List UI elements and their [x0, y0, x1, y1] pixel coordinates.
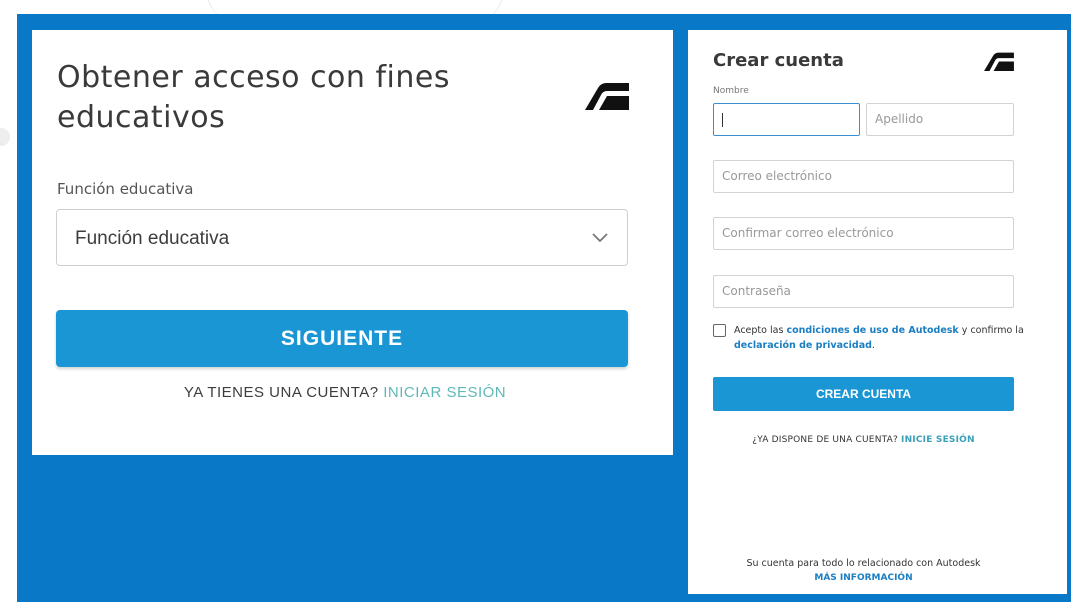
educational-role-select[interactable]: Función educativa: [56, 209, 628, 266]
terms-suffix: .: [871, 340, 875, 351]
more-info-link[interactable]: MÁS INFORMACIÓN: [688, 573, 1039, 583]
have-account-text: YA TIENES UNA CUENTA?: [183, 384, 379, 401]
education-page-title: Obtener acceso con fines educativos: [57, 60, 450, 135]
confirm-email-field[interactable]: Confirmar correo electrónico: [713, 217, 1014, 250]
privacy-statement-link[interactable]: declaración de privacidad: [734, 340, 872, 351]
terms-of-use-link[interactable]: condiciones de uso de Autodesk: [786, 325, 958, 336]
terms-text: Acepto las condiciones de uso de Autodes…: [734, 323, 1024, 353]
autodesk-logo-icon: [585, 83, 629, 110]
password-placeholder: Contraseña: [722, 284, 791, 298]
autodesk-logo-icon: [984, 52, 1014, 71]
signin-link[interactable]: INICIE SESIÓN: [901, 435, 975, 445]
education-signin-row: YA TIENES UNA CUENTA? INICIAR SESIÓN: [32, 384, 658, 401]
last-name-placeholder: Apellido: [875, 112, 924, 126]
text-caret: [722, 112, 723, 127]
background-side-shape: [0, 128, 10, 146]
educational-role-select-value: Función educativa: [75, 228, 230, 249]
create-account-button[interactable]: CREAR CUENTA: [713, 377, 1014, 411]
education-access-card: Obtener acceso con fines educativos Func…: [32, 30, 673, 455]
already-have-account-text: ¿YA DISPONE DE UNA CUENTA?: [752, 435, 898, 445]
email-placeholder: Correo electrónico: [722, 169, 832, 183]
terms-middle: y confirmo la: [961, 325, 1024, 336]
last-name-input[interactable]: Apellido: [866, 103, 1014, 136]
terms-checkbox[interactable]: [713, 324, 726, 337]
chevron-down-icon: [592, 233, 608, 243]
terms-prefix: Acepto las: [734, 325, 784, 336]
create-signin-row: ¿YA DISPONE DE UNA CUENTA? INICIE SESIÓN: [688, 435, 1039, 445]
educational-role-label: Función educativa: [57, 180, 194, 198]
account-footer-text: Su cuenta para todo lo relacionado con A…: [746, 558, 981, 569]
create-account-card: Crear cuenta Nombre Apellido Correo elec…: [688, 30, 1067, 594]
first-name-input[interactable]: [713, 103, 860, 136]
create-account-title: Crear cuenta: [713, 50, 844, 71]
signin-link[interactable]: INICIAR SESIÓN: [383, 384, 506, 401]
email-field[interactable]: Correo electrónico: [713, 160, 1014, 193]
password-field[interactable]: Contraseña: [713, 275, 1014, 308]
confirm-email-placeholder: Confirmar correo electrónico: [722, 226, 894, 240]
next-button[interactable]: SIGUIENTE: [56, 310, 628, 367]
first-name-label: Nombre: [713, 86, 749, 96]
